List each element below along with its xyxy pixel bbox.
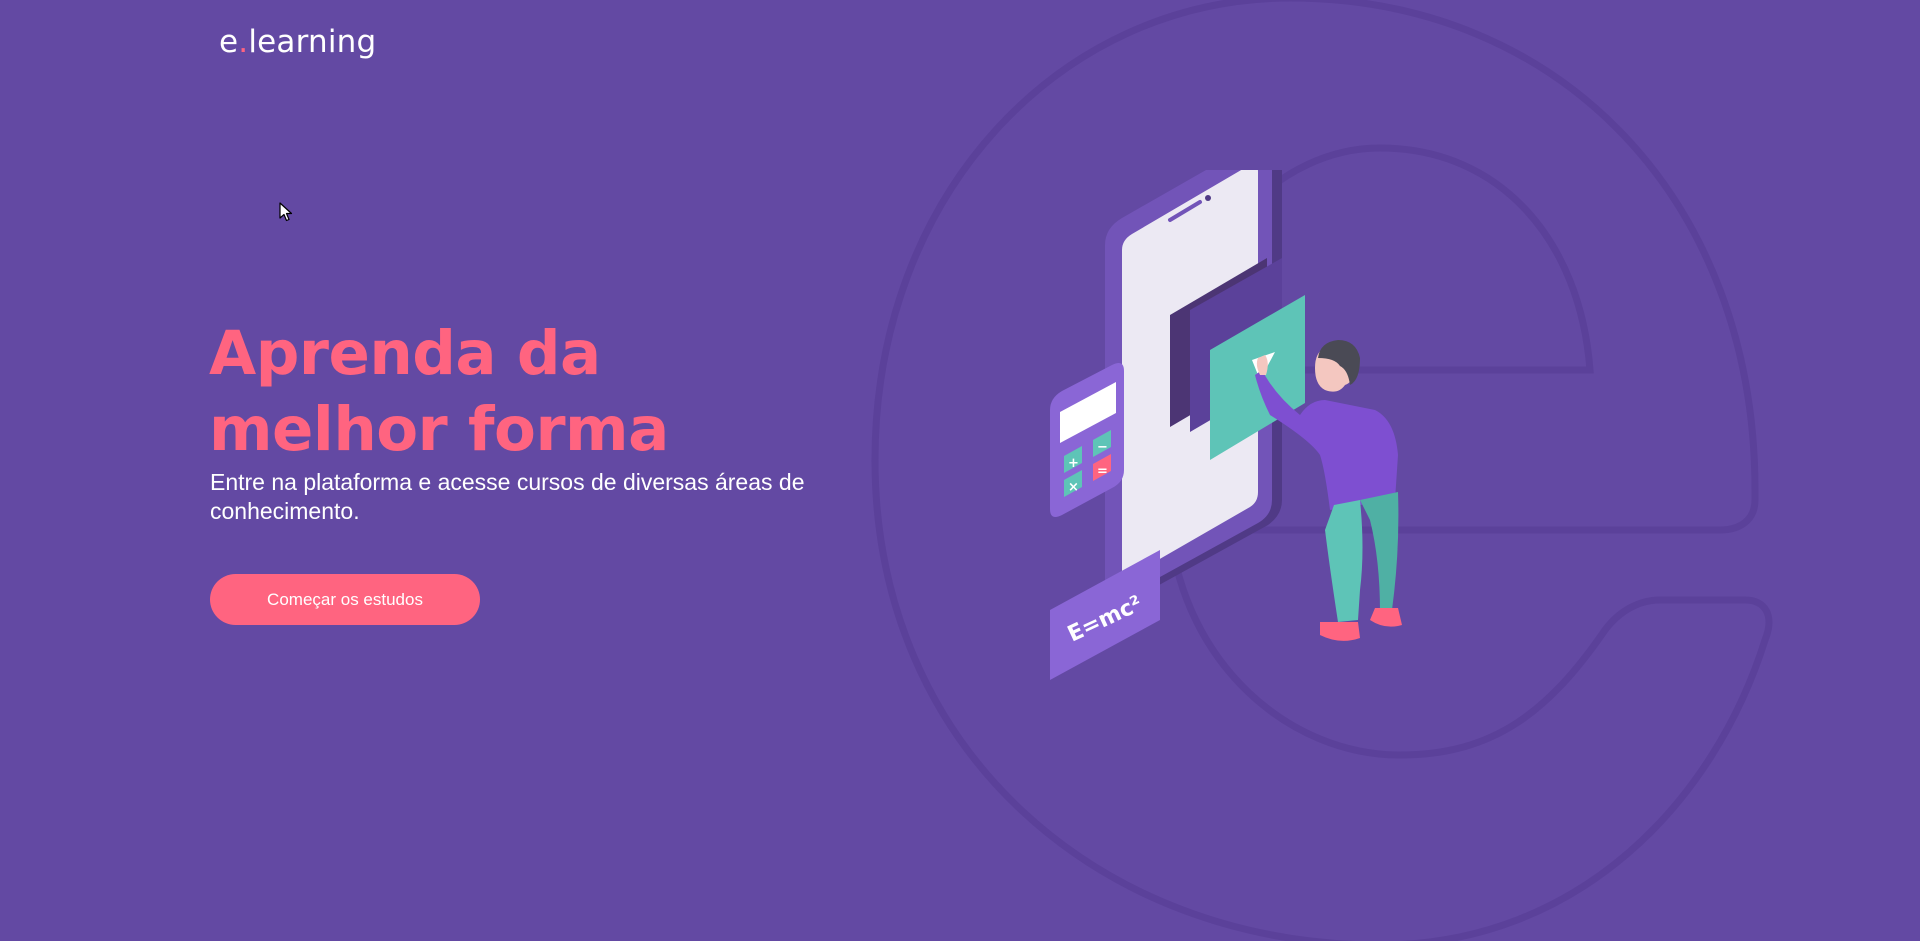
logo[interactable]: e.learning <box>219 24 376 60</box>
landing-page: e.learning Aprenda da melhor forma Entre… <box>0 0 1920 941</box>
calc-key-equals: = <box>1097 464 1108 479</box>
calc-key-minus: − <box>1097 440 1108 455</box>
logo-prefix: e <box>219 24 239 60</box>
hero-subtitle: Entre na plataforma e acesse cursos de d… <box>210 469 805 524</box>
calc-key-plus: + <box>1068 456 1079 471</box>
logo-dot: . <box>238 24 249 60</box>
calc-key-times: × <box>1068 480 1079 495</box>
mouse-cursor-icon <box>279 202 293 222</box>
hero-title: Aprenda da melhor forma <box>209 318 669 465</box>
start-studies-button[interactable]: Começar os estudos <box>210 574 480 625</box>
hero-illustration: + − × = E=mc² <box>1050 170 1402 680</box>
logo-suffix: learning <box>248 24 377 60</box>
